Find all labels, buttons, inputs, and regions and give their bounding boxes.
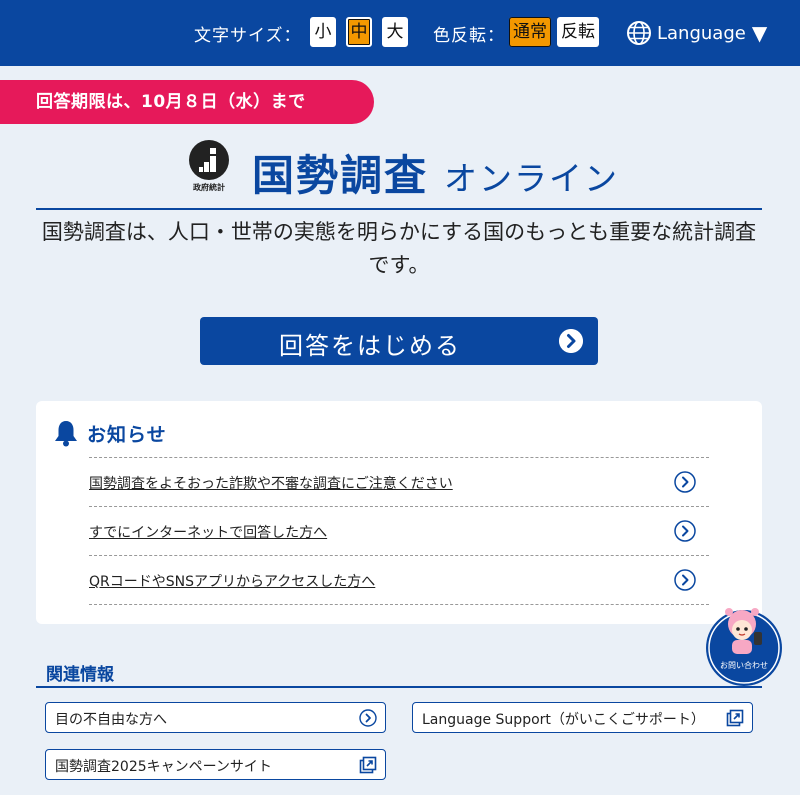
notice-link[interactable]: 国勢調査をよそおった詐欺や不審な調査にご注意ください — [89, 473, 453, 493]
chevron-right-circle-icon — [359, 709, 377, 727]
link-campaign-site[interactable]: 国勢調査2025キャンペーンサイト — [45, 749, 386, 780]
chevron-right-circle-icon — [674, 569, 696, 591]
notice-item-qr-sns-access[interactable]: QRコードやSNSアプリからアクセスした方へ — [89, 556, 709, 605]
site-title: 国勢調査 — [252, 151, 429, 200]
font-size-label: 文字サイズ： — [194, 26, 302, 46]
external-link-icon — [726, 709, 744, 727]
lead-text: 国勢調査は、人口・世帯の実態を明らかにする国のもっとも重要な統計調査です。 — [41, 220, 757, 277]
language-selector[interactable]: Language ▼ — [626, 18, 767, 48]
notice-item-already-answered[interactable]: すでにインターネットで回答した方へ — [89, 507, 709, 556]
external-link-icon — [359, 756, 377, 774]
logo-mark-icon — [189, 140, 229, 180]
related-info-divider — [36, 686, 762, 688]
color-invert-button[interactable]: 反転 — [557, 17, 599, 47]
bell-icon — [55, 421, 77, 447]
notices-header: お知らせ — [53, 419, 167, 447]
globe-icon — [627, 21, 651, 45]
related-link-label: 国勢調査2025キャンペーンサイト — [55, 759, 272, 775]
contact-mascot-button[interactable]: お問い合わせ — [704, 600, 784, 688]
deadline-banner: 回答期限は、10月８日（水）まで — [0, 80, 374, 124]
link-language-support[interactable]: Language Support（がいこくごサポート） — [412, 702, 753, 733]
related-link-label: Language Support（がいこくごサポート） — [422, 712, 705, 728]
notices-list: 国勢調査をよそおった詐欺や不審な調査にご注意ください すでにインターネットで回答… — [89, 457, 709, 605]
notice-link[interactable]: すでにインターネットで回答した方へ — [89, 522, 327, 542]
start-answer-label: 回答をはじめる — [279, 332, 461, 360]
notice-item-fraud-warning[interactable]: 国勢調査をよそおった詐欺や不審な調査にご注意ください — [89, 458, 709, 507]
chevron-right-circle-icon — [674, 471, 696, 493]
font-size-small-button[interactable]: 小 — [310, 17, 336, 47]
top-bar: 文字サイズ： 小 中 大 色反転： 通常 反転 Language ▼ — [0, 0, 800, 66]
notice-link[interactable]: QRコードやSNSアプリからアクセスした方へ — [89, 571, 375, 591]
notices-title: お知らせ — [87, 423, 167, 446]
contact-label: お問い合わせ — [720, 660, 768, 670]
site-subtitle: オンライン — [444, 159, 619, 198]
link-visually-impaired[interactable]: 目の不自由な方へ — [45, 702, 386, 733]
logo-caption: 政府統計 — [193, 183, 225, 192]
government-statistics-logo: 政府統計 — [187, 140, 231, 196]
notices-card: お知らせ 国勢調査をよそおった詐欺や不審な調査にご注意ください すでにインターネ… — [36, 401, 762, 624]
color-normal-button[interactable]: 通常 — [509, 17, 551, 47]
chevron-right-circle-icon — [559, 329, 583, 353]
start-answer-button[interactable]: 回答をはじめる — [200, 317, 598, 365]
related-info-title: 関連情報 — [46, 665, 114, 685]
language-label: Language — [657, 22, 746, 44]
caret-down-icon: ▼ — [751, 21, 768, 45]
title-divider — [36, 208, 762, 210]
font-size-large-button[interactable]: 大 — [382, 17, 408, 47]
related-link-label: 目の不自由な方へ — [55, 712, 167, 728]
chevron-right-circle-icon — [674, 520, 696, 542]
font-size-medium-button[interactable]: 中 — [346, 17, 372, 47]
color-invert-label: 色反転： — [433, 26, 505, 46]
